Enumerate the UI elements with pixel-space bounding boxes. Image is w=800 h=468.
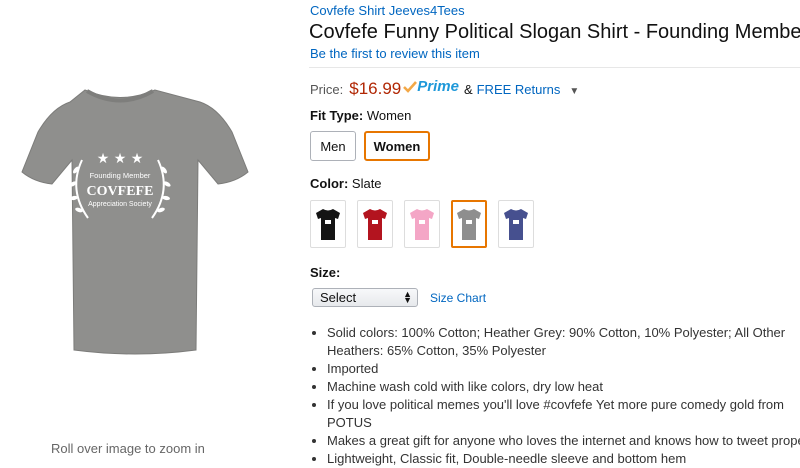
size-dropdown-value: Select — [320, 290, 357, 305]
fit-women-button[interactable]: Women — [364, 131, 430, 161]
product-image[interactable]: ★ ★ ★ Founding Member COVFEFE Appreciati… — [0, 60, 270, 360]
free-returns-link[interactable]: FREE Returns — [477, 82, 561, 97]
swatch-black[interactable] — [310, 200, 346, 248]
print-line1: Founding Member — [90, 171, 151, 180]
feature-item: Solid colors: 100% Cotton; Heather Grey:… — [327, 324, 800, 360]
feature-item: If you love political memes you'll love … — [327, 396, 800, 432]
prime-badge[interactable]: Prime — [403, 78, 459, 95]
price-label: Price: — [310, 81, 344, 97]
prime-check-icon — [403, 80, 418, 93]
feature-item: Imported — [327, 360, 800, 378]
swatch-red-shirt-icon — [363, 209, 387, 240]
print-line3: Appreciation Society — [88, 201, 152, 208]
feature-bullets: Solid colors: 100% Cotton; Heather Grey:… — [310, 324, 800, 468]
fit-type-label: Fit Type: Women — [310, 108, 411, 123]
swatch-slate[interactable] — [451, 200, 487, 248]
chevron-down-icon[interactable]: ▼ — [569, 86, 579, 97]
feature-item: Makes a great gift for anyone who loves … — [327, 432, 800, 450]
swatch-black-shirt-icon — [316, 209, 340, 240]
tshirt-image: ★ ★ ★ Founding Member COVFEFE Appreciati… — [21, 89, 249, 355]
divider — [309, 67, 800, 68]
swatch-royal-shirt-icon — [504, 209, 528, 240]
swatch-slate-shirt-icon — [457, 209, 481, 240]
size-dropdown[interactable]: Select ▲ ▼ — [312, 288, 418, 307]
price-row: Price: $16.99 Prime & FREE Returns ▼ — [310, 78, 579, 99]
size-label: Size: — [310, 265, 341, 280]
size-chart-link[interactable]: Size Chart — [430, 291, 486, 305]
swatch-royal[interactable] — [498, 200, 534, 248]
prime-label: Prime — [417, 78, 459, 95]
print-line2: COVFEFE — [87, 184, 154, 199]
fit-men-button[interactable]: Men — [310, 131, 356, 161]
swatch-pink-shirt-icon — [410, 209, 434, 240]
swatch-pink[interactable] — [404, 200, 440, 248]
review-link[interactable]: Be the first to review this item — [310, 46, 480, 61]
feature-item: Lightweight, Classic fit, Double-needle … — [327, 450, 800, 468]
brand-link[interactable]: Covfefe Shirt Jeeves4Tees — [310, 3, 465, 18]
svg-text:★ ★ ★: ★ ★ ★ — [97, 151, 144, 167]
feature-item: Machine wash cold with like colors, dry … — [327, 378, 800, 396]
fit-type-selected: Women — [366, 108, 412, 123]
updown-arrow-icon: ▲ ▼ — [403, 289, 412, 305]
color-heading: Color: — [310, 176, 349, 191]
color-selected: Slate — [351, 176, 382, 191]
swatch-red[interactable] — [357, 200, 393, 248]
zoom-hint: Roll over image to zoom in — [51, 441, 205, 456]
color-label: Color: Slate — [310, 176, 382, 191]
amp-text: & — [463, 81, 473, 97]
fit-type-heading: Fit Type: — [310, 108, 364, 123]
price-value: $16.99 — [349, 78, 402, 98]
product-title: Covfefe Funny Political Slogan Shirt - F… — [309, 21, 800, 43]
